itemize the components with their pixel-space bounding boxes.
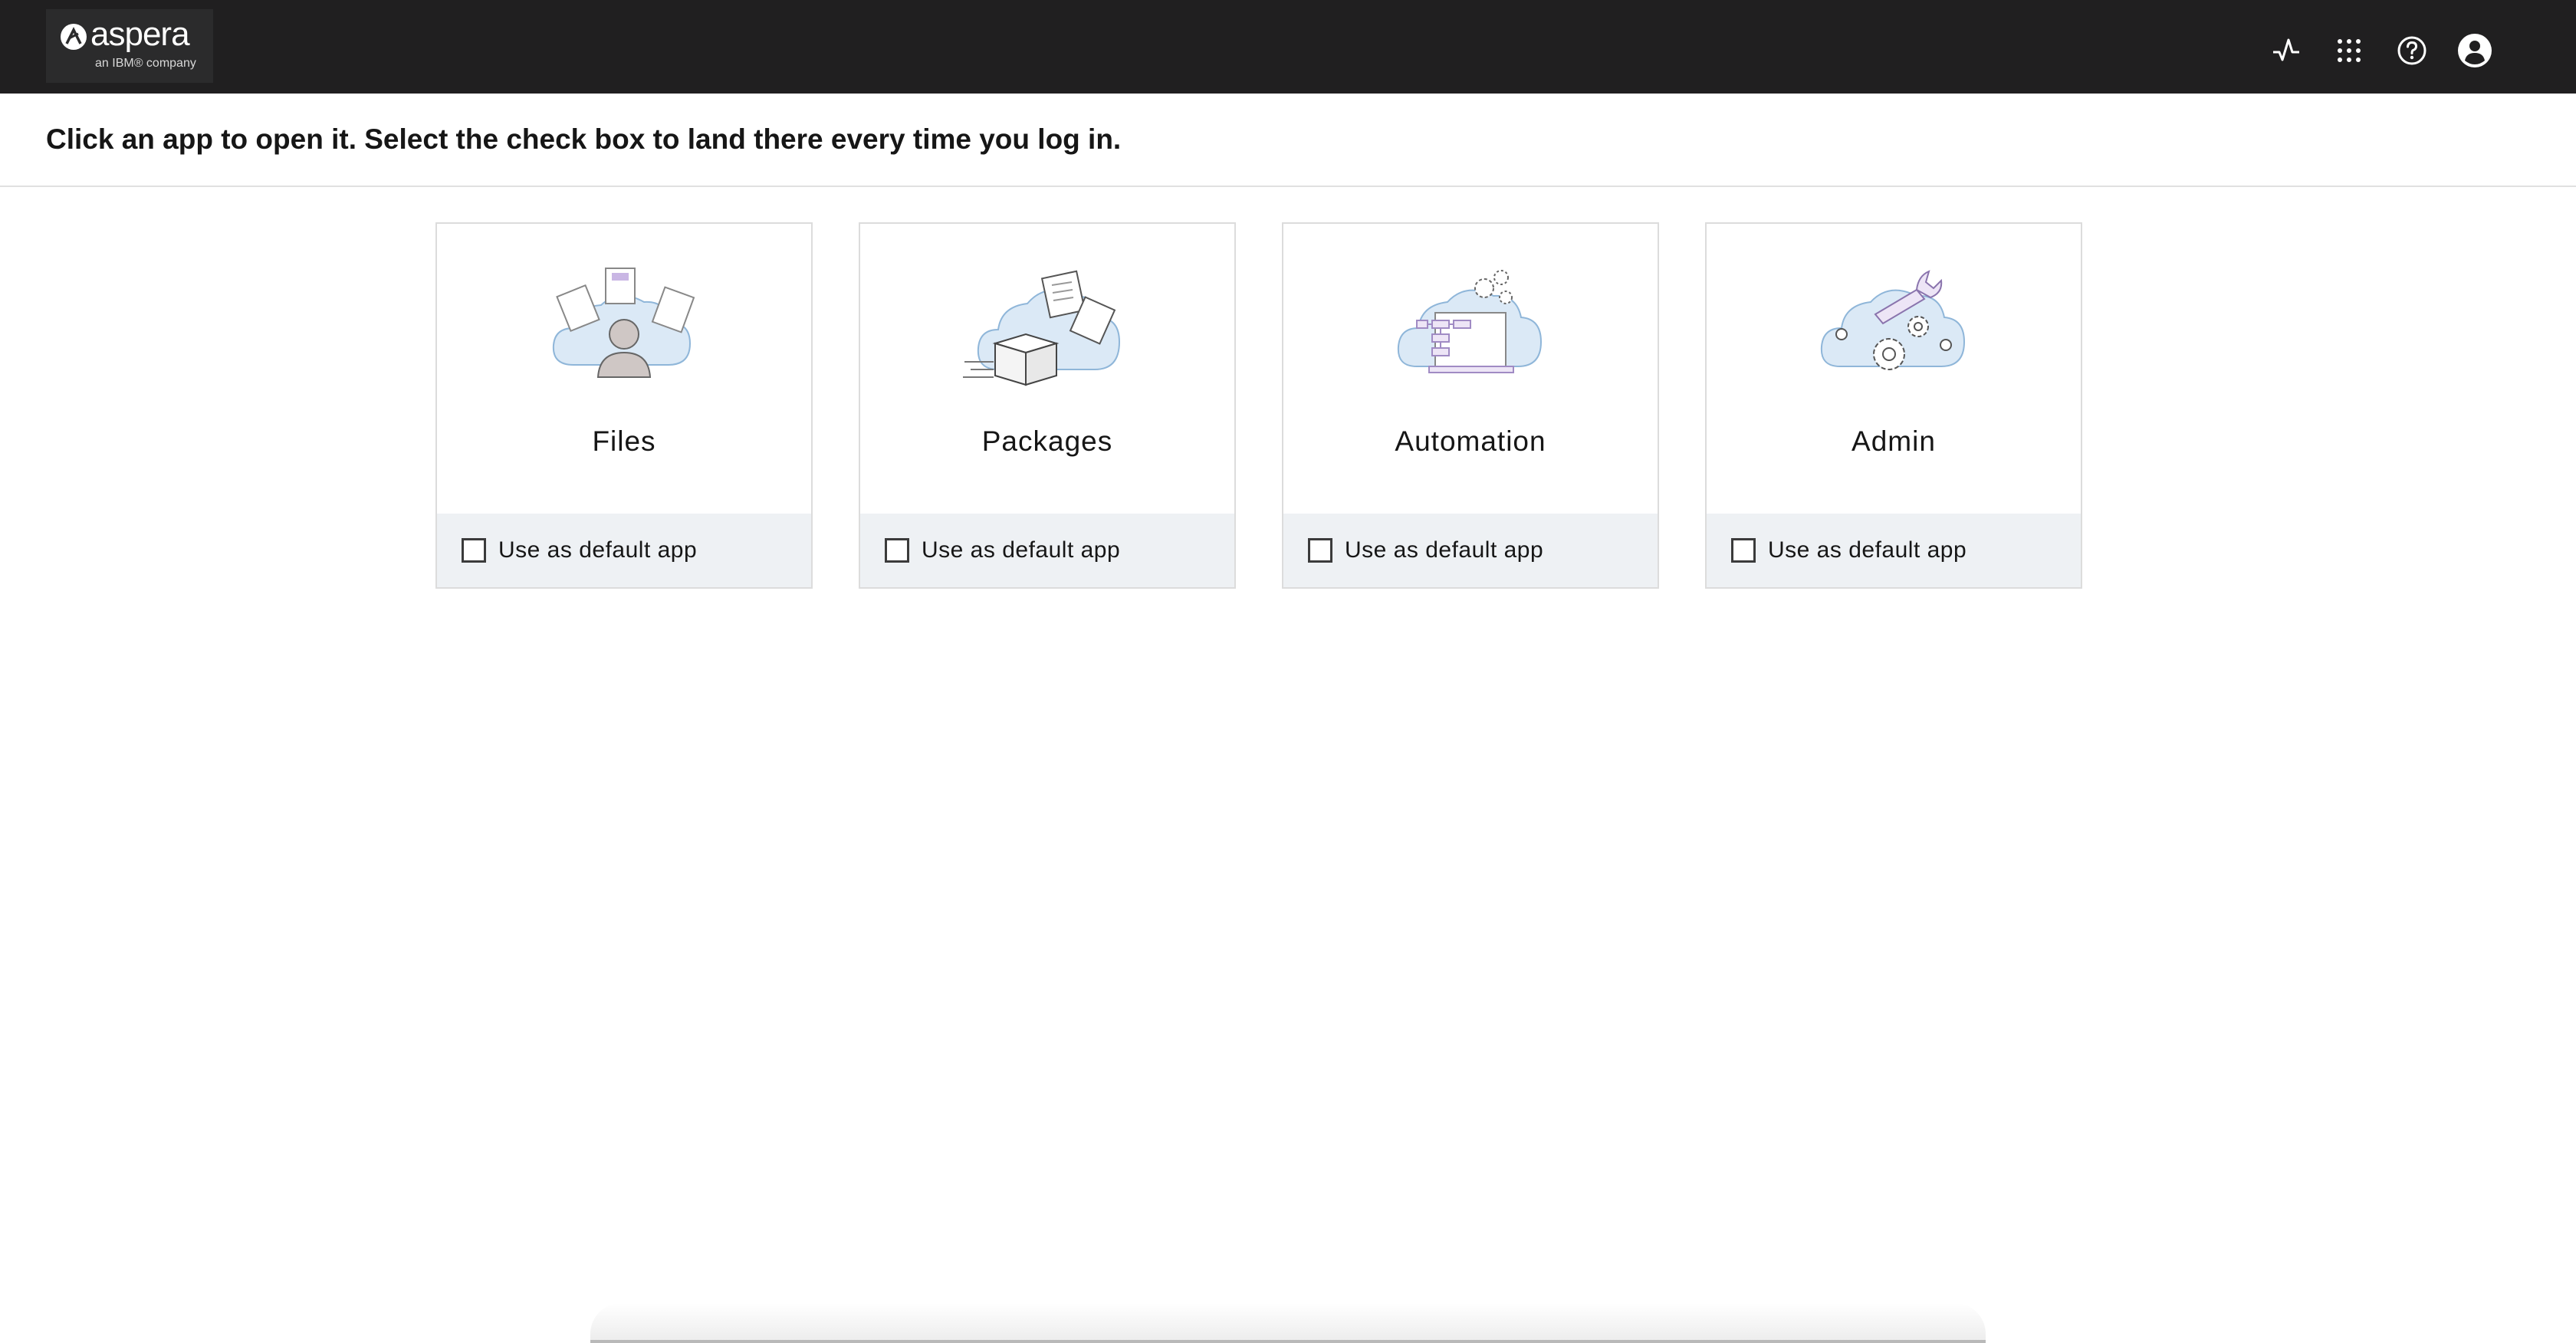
default-app-checkbox[interactable]	[1308, 538, 1332, 563]
aspera-mark-icon	[61, 24, 87, 50]
files-illustration	[437, 258, 811, 392]
top-navigation-bar: aspera an IBM® company	[0, 0, 2576, 94]
page-instruction: Click an app to open it. Select the chec…	[46, 123, 1122, 155]
app-tile-name: Automation	[1395, 425, 1546, 457]
default-app-checkbox[interactable]	[462, 538, 486, 563]
activity-icon[interactable]	[2268, 32, 2305, 69]
app-switcher-icon[interactable]	[2331, 32, 2367, 69]
packages-illustration	[860, 258, 1234, 392]
app-tile-list: Files Use as default app Packages Use as…	[435, 222, 2082, 589]
tile-footer: Use as default app	[860, 514, 1234, 587]
brand-name: aspera	[90, 15, 190, 53]
app-tile-admin[interactable]: Admin Use as default app	[1705, 222, 2082, 589]
app-tile-name: Files	[592, 425, 656, 457]
help-icon[interactable]	[2394, 32, 2430, 69]
default-app-checkbox[interactable]	[1731, 538, 1756, 563]
tile-footer: Use as default app	[1707, 514, 2081, 587]
header-actions	[2268, 28, 2493, 74]
app-tile-name: Admin	[1852, 425, 1936, 457]
default-app-checkbox[interactable]	[885, 538, 909, 563]
app-frame: aspera an IBM® company Click an app to o…	[0, 0, 2576, 1343]
app-tile-automation[interactable]: Automation Use as default app	[1282, 222, 1659, 589]
tile-footer: Use as default app	[437, 514, 811, 587]
user-avatar-icon[interactable]	[2456, 32, 2493, 69]
admin-illustration	[1707, 258, 2081, 392]
default-app-label[interactable]: Use as default app	[922, 535, 1120, 566]
default-app-label[interactable]: Use as default app	[1345, 535, 1543, 566]
app-tile-packages[interactable]: Packages Use as default app	[859, 222, 1236, 589]
app-tile-files[interactable]: Files Use as default app	[435, 222, 813, 589]
header-divider	[0, 186, 2576, 187]
aspera-logo[interactable]: aspera an IBM® company	[46, 9, 213, 83]
tile-footer: Use as default app	[1283, 514, 1658, 587]
brand-subtitle: an IBM® company	[95, 57, 196, 70]
app-tile-name: Packages	[981, 425, 1113, 457]
bottom-edge-line	[590, 1340, 1986, 1343]
default-app-label[interactable]: Use as default app	[1768, 535, 1967, 566]
bottom-shadow	[590, 1303, 1986, 1343]
default-app-label[interactable]: Use as default app	[498, 535, 697, 566]
automation-illustration	[1283, 258, 1658, 392]
